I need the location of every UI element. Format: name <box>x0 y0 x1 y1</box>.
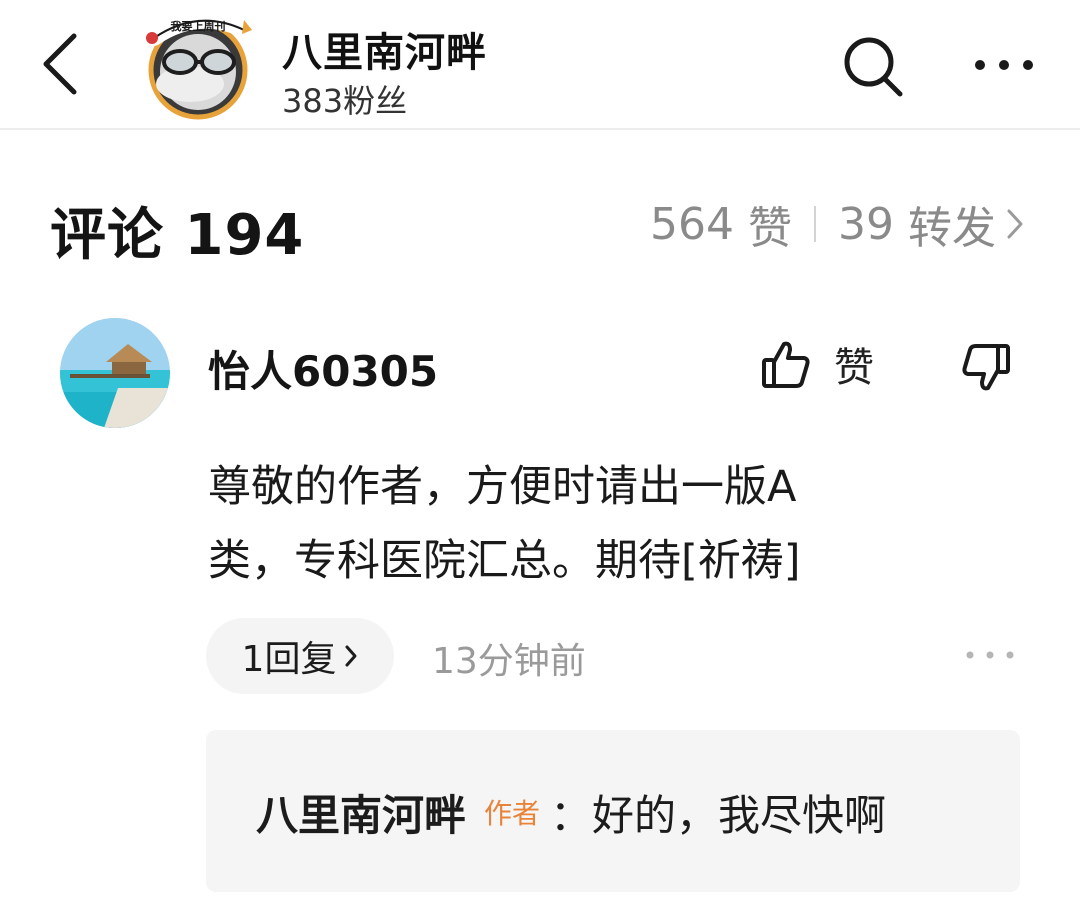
dislike-button[interactable] <box>958 340 1014 396</box>
more-options-button[interactable] <box>966 40 1042 90</box>
chevron-right-icon <box>344 644 358 668</box>
comment-time: 13分钟前 <box>432 641 586 682</box>
search-button[interactable] <box>836 30 908 102</box>
fans-count: 383粉丝 <box>282 82 408 120</box>
reply-preview[interactable]: 八里南河畔 作者 ：好的，我尽快啊 <box>206 730 1020 892</box>
search-icon <box>844 37 903 97</box>
commenter-name[interactable]: 怡人60305 <box>208 338 438 399</box>
back-button[interactable] <box>30 28 90 100</box>
reposts-label: 转发 <box>908 203 996 254</box>
commenter-avatar[interactable] <box>60 318 170 428</box>
reply-line: 八里南河畔 作者 ：好的，我尽快啊 <box>256 780 886 844</box>
comments-title: 评论 194 <box>50 203 305 268</box>
thumbs-down-icon <box>962 344 1010 391</box>
reply-count-label: 1回复 <box>241 639 337 680</box>
comment-text-line-1: 尊敬的作者，方便时请出一版A <box>208 462 797 512</box>
like-label: 赞 <box>834 345 874 391</box>
stats-divider <box>814 206 816 242</box>
avatar-badge-text: 我要上周刊 <box>171 19 226 33</box>
chevron-right-icon <box>1006 208 1024 240</box>
back-arrow-icon <box>43 33 77 95</box>
more-dots-icon <box>975 60 1033 70</box>
more-dots-icon <box>966 651 1014 659</box>
reaction-stats[interactable]: 564 赞 39 转发 <box>650 194 1024 254</box>
like-button[interactable]: 赞 <box>760 334 874 394</box>
comment-text: 尊敬的作者，方便时请出一版A 类，专科医院汇总。期待[祈祷] <box>208 450 988 598</box>
likes-count: 564 <box>650 198 734 250</box>
author-avatar[interactable]: 我要上周刊 <box>140 10 256 120</box>
reply-text: ：好的，我尽快啊 <box>550 790 887 840</box>
top-bar: 我要上周刊 八里南河畔 383粉丝 <box>0 0 1080 130</box>
author-name[interactable]: 八里南河畔 <box>282 20 487 78</box>
reposts-count: 39 <box>838 198 894 250</box>
view-replies-button[interactable]: 1回复 <box>206 618 394 694</box>
comment-more-button[interactable] <box>960 640 1020 670</box>
author-badge: 作者 <box>484 797 541 830</box>
reply-author-name[interactable]: 八里南河畔 <box>256 782 466 843</box>
likes-label: 赞 <box>748 203 792 254</box>
comment-text-line-2: 类，专科医院汇总。期待[祈祷] <box>208 536 801 586</box>
thumbs-up-icon <box>762 341 810 388</box>
